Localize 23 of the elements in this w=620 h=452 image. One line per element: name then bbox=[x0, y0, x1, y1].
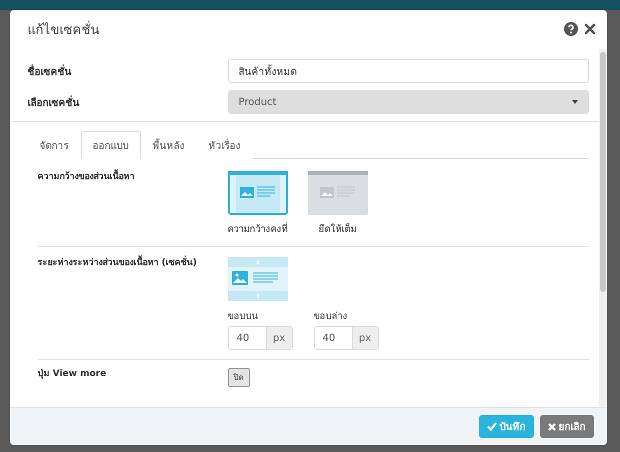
field-label: เลือกเซคชั่น bbox=[28, 94, 80, 110]
setting-label: ระยะห่างระหว่างส่วนของเนื้อหา (เซคชั่น) bbox=[38, 257, 228, 350]
close-icon bbox=[548, 422, 556, 430]
section-name-field[interactable]: สินค้าทั้งหมด bbox=[228, 59, 588, 83]
full-width-layout-icon bbox=[308, 171, 368, 215]
scrollbar[interactable] bbox=[598, 49, 606, 407]
cancel-button[interactable]: ยกเลิก bbox=[540, 415, 594, 438]
section-spacing-icon bbox=[228, 257, 288, 301]
dialog-title: แก้ไขเซคชั่น bbox=[28, 20, 100, 40]
setting-label: ความกว้างของส่วนเนื้อหา bbox=[38, 171, 228, 236]
field-label: ชื่อเซคชั่น bbox=[28, 64, 72, 78]
check-icon bbox=[486, 422, 496, 431]
tab[interactable]: ออกแบบ bbox=[80, 131, 140, 159]
fixed-width-layout-icon bbox=[228, 171, 288, 215]
setting-label: ปุ่ม View more bbox=[38, 368, 108, 381]
margin-input[interactable]: 40 px bbox=[314, 326, 378, 350]
margin-label: ขอบบน bbox=[228, 310, 259, 323]
layout-option[interactable]: ยืดให้เต็ม bbox=[308, 171, 368, 236]
view-more-toggle[interactable]: ปิด bbox=[228, 368, 250, 387]
margin-label: ขอบล่าง bbox=[314, 310, 348, 323]
caret-icon bbox=[572, 100, 578, 104]
layout-option[interactable]: ความกว้างคงที่ bbox=[228, 171, 288, 236]
margin-input[interactable]: 40 px bbox=[228, 326, 292, 350]
